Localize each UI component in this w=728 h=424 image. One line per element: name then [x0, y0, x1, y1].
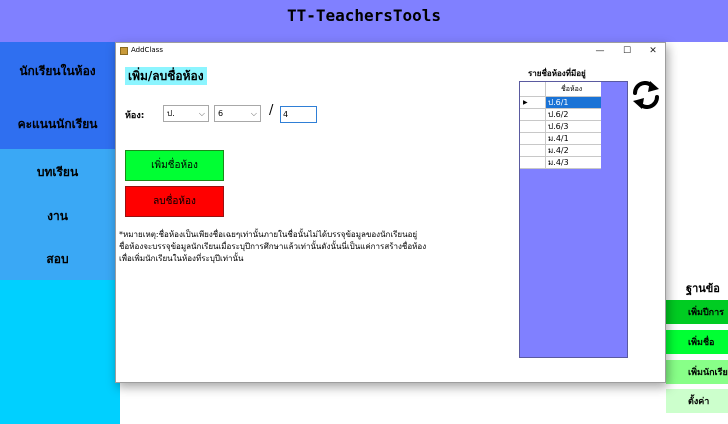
settings-button[interactable]: ตั้งค่า — [666, 389, 728, 413]
button-label: เพิ่มปีการ — [688, 308, 724, 318]
sidebar-item-lessons[interactable]: บทเรียน — [0, 149, 115, 195]
table-row[interactable]: ป.6/2 — [520, 109, 601, 121]
table-row[interactable]: ม.4/1 — [520, 133, 601, 145]
button-label: เพิ่มชื่อ — [688, 338, 715, 348]
sidebar-item-student-scores[interactable]: คะแนนนักเรียน — [0, 100, 115, 149]
right-panel-title: ฐานข้อ — [686, 282, 720, 295]
add-academic-year-button[interactable]: เพิ่มปีการ — [666, 300, 728, 324]
grid-header: ชื่อห้อง — [520, 82, 601, 97]
sidebar-item-assignments[interactable]: งาน — [0, 195, 115, 238]
sidebar-item-exams[interactable]: สอบ — [0, 238, 115, 280]
class-name-cell[interactable]: ป.6/3 — [546, 121, 601, 133]
note-line: ชื่อห้องจะบรรจุข้อมูลนักเรียนเมื่อระบุปี… — [119, 242, 427, 251]
sidebar-item-label: บทเรียน — [36, 164, 79, 179]
row-header — [520, 121, 546, 133]
row-header — [520, 145, 546, 157]
note-line: *หมายเหตุ:ชื่อห้องเป็นเพียงชื่อเฉยๆเท่าน… — [119, 230, 418, 239]
grade-select-value: 6 — [218, 109, 224, 118]
class-name-cell[interactable]: ม.4/2 — [546, 145, 601, 157]
table-row[interactable]: ป.6/3 — [520, 121, 601, 133]
button-label: ลบชื่อห้อง — [153, 196, 196, 207]
level-select-value: ป. — [167, 109, 175, 118]
grade-select[interactable]: 6 ⌵ — [214, 105, 261, 122]
sidebar-item-label: งาน — [47, 209, 68, 223]
add-student-button[interactable]: เพิ่มนักเรียน — [666, 360, 728, 384]
room-number-input[interactable]: 4 — [280, 106, 317, 123]
room-separator: / — [269, 103, 274, 118]
chevron-down-icon: ⌵ — [250, 109, 257, 118]
note-line: เพื่อเพิ่มนักเรียนในห้องที่ระบุปีเท่านั้… — [119, 254, 244, 263]
sidebar-item-label: นักเรียนในห้อง — [19, 63, 96, 78]
table-row[interactable]: ม.4/3 — [520, 157, 601, 169]
row-header — [520, 133, 546, 145]
minimize-button[interactable]: — — [588, 44, 612, 58]
table-row[interactable]: ม.4/2 — [520, 145, 601, 157]
sidebar-item-label: สอบ — [46, 251, 69, 266]
room-label: ห้อง: — [125, 111, 145, 121]
dialog-titlebar: AddClass — ☐ ✕ — [116, 43, 665, 60]
delete-class-button[interactable]: ลบชื่อห้อง — [125, 186, 224, 217]
refresh-icon[interactable] — [631, 81, 661, 109]
grid-row-header-corner — [520, 82, 546, 97]
row-header — [520, 109, 546, 121]
grid-column-header[interactable]: ชื่อห้อง — [546, 82, 601, 97]
app-title: TT-TeachersTools — [286, 6, 442, 25]
sidebar-item-label: คะแนนนักเรียน — [17, 117, 98, 131]
row-header — [520, 157, 546, 169]
dialog-title: AddClass — [131, 46, 163, 54]
table-row[interactable]: ▶ ป.6/1 — [520, 97, 601, 109]
note-text: *หมายเหตุ:ชื่อห้องเป็นเพียงชื่อเฉยๆเท่าน… — [119, 229, 449, 265]
class-list-grid[interactable]: ชื่อห้อง ▶ ป.6/1 ป.6/2 ป.6/3 ม.4/1 ม.4/2… — [519, 81, 628, 358]
add-class-dialog: AddClass — ☐ ✕ เพิ่ม/ลบชื่อห้อง ห้อง: ป.… — [115, 42, 666, 383]
add-class-button[interactable]: เพิ่มชื่อห้อง — [125, 150, 224, 181]
current-row-marker-icon: ▶ — [520, 97, 546, 109]
sidebar-item-students-in-class[interactable]: นักเรียนในห้อง — [0, 42, 115, 100]
close-button[interactable]: ✕ — [641, 44, 665, 58]
add-name-button[interactable]: เพิ่มชื่อ — [666, 330, 728, 354]
maximize-button[interactable]: ☐ — [615, 44, 639, 58]
class-list-title: รายชื่อห้องที่มีอยู่ — [528, 69, 586, 78]
button-label: เพิ่มนักเรียน — [688, 368, 728, 378]
class-name-cell[interactable]: ป.6/2 — [546, 109, 601, 121]
chevron-down-icon: ⌵ — [198, 109, 205, 118]
class-name-cell[interactable]: ม.4/3 — [546, 157, 601, 169]
app-icon — [120, 47, 128, 55]
button-label: เพิ่มชื่อห้อง — [151, 160, 198, 171]
class-name-cell[interactable]: ม.4/1 — [546, 133, 601, 145]
dialog-heading: เพิ่ม/ลบชื่อห้อง — [125, 67, 207, 85]
button-label: ตั้งค่า — [688, 397, 710, 407]
level-select[interactable]: ป. ⌵ — [163, 105, 209, 122]
sidebar: นักเรียนในห้อง คะแนนนักเรียน บทเรียน งาน… — [0, 42, 120, 424]
class-name-cell[interactable]: ป.6/1 — [546, 97, 601, 109]
